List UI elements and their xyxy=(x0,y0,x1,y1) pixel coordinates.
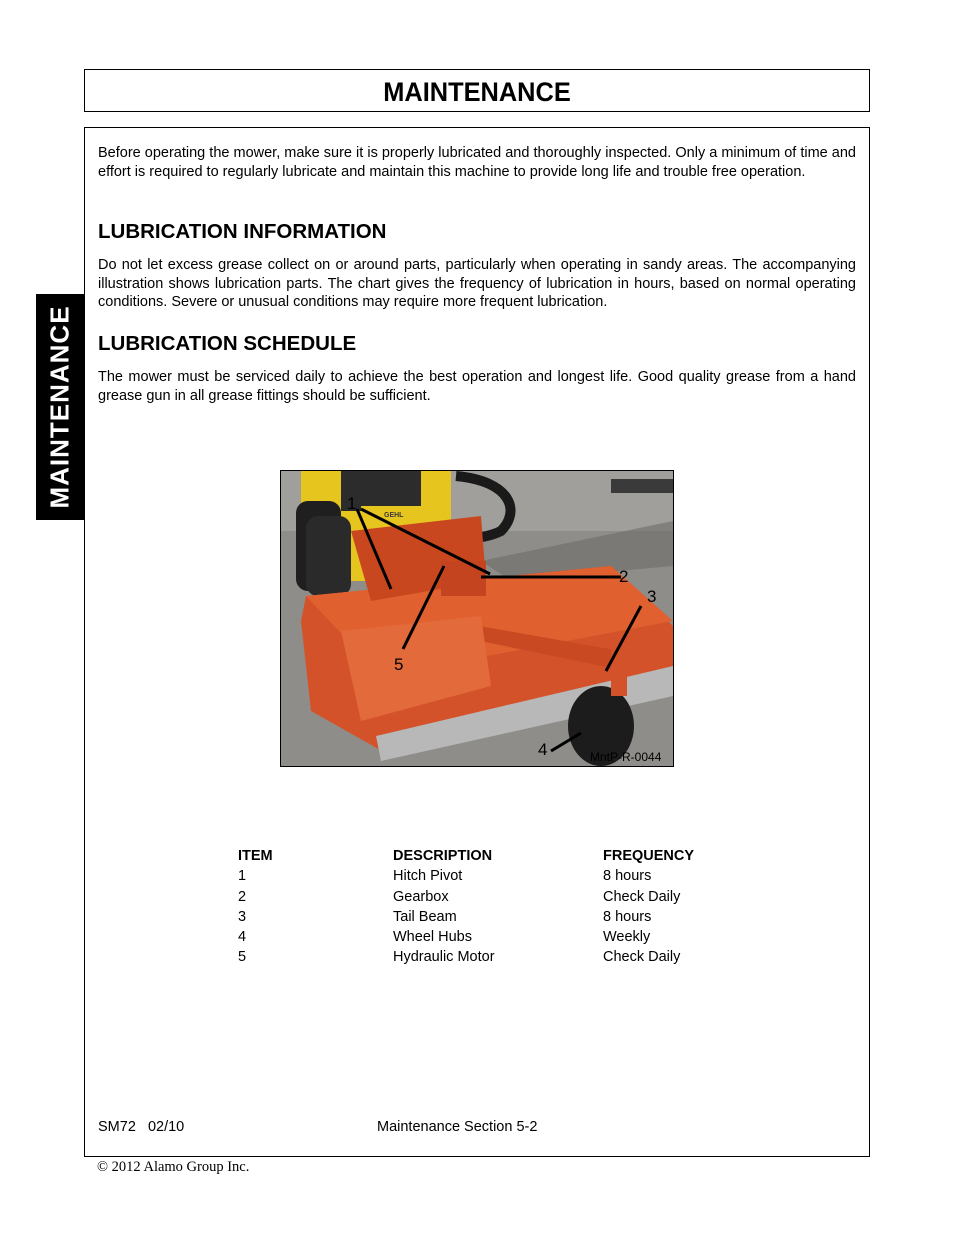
lubrication-information-paragraph: Do not let excess grease collect on or a… xyxy=(98,257,856,310)
cell-frequency: 8 hours xyxy=(603,908,652,925)
cell-description: Hydraulic Motor xyxy=(393,949,495,966)
footer-doc-id: SM72 02/10 xyxy=(98,1119,185,1135)
cell-item: 3 xyxy=(238,908,247,925)
header-description: DESCRIPTION xyxy=(393,848,493,864)
loader-tire-front xyxy=(306,516,351,596)
callout-1: 1 xyxy=(347,494,356,513)
header-frequency: FREQUENCY xyxy=(603,848,695,864)
page-title: MAINTENANCE xyxy=(383,77,571,107)
footer-section-label: Maintenance Section 5-2 xyxy=(377,1119,538,1135)
cell-description: Wheel Hubs xyxy=(393,929,472,946)
gearbox xyxy=(441,561,486,596)
cell-frequency: Check Daily xyxy=(603,888,681,905)
cell-description: Gearbox xyxy=(393,888,449,905)
figure-id-label: MntP-R-0044 xyxy=(590,750,662,764)
cell-item: 5 xyxy=(238,949,247,966)
cell-description: Tail Beam xyxy=(393,908,457,925)
page-header: MAINTENANCE xyxy=(84,69,870,112)
copyright-notice: © 2012 Alamo Group Inc. xyxy=(97,1159,250,1175)
lubrication-schedule-heading: LUBRICATION SCHEDULE xyxy=(98,332,357,355)
callout-4: 4 xyxy=(538,740,547,759)
lubrication-schedule-paragraph: The mower must be serviced daily to achi… xyxy=(98,369,856,404)
cell-description: Hitch Pivot xyxy=(393,868,463,885)
cell-item: 2 xyxy=(238,888,247,905)
intro-paragraph: Before operating the mower, make sure it… xyxy=(98,145,856,180)
lubrication-points-photo: GEHL 1 2 3 4 5 MntP-R-0044 xyxy=(280,470,674,767)
gehl-decal: GEHL xyxy=(384,512,404,519)
cell-item: 1 xyxy=(238,868,247,885)
callout-3: 3 xyxy=(647,587,656,606)
cell-frequency: Weekly xyxy=(603,929,651,946)
callout-2: 2 xyxy=(619,567,628,586)
header-item: ITEM xyxy=(238,848,273,864)
mower-illustration: GEHL 1 2 3 4 5 MntP-R-0044 xyxy=(281,471,673,766)
cell-frequency: Check Daily xyxy=(603,949,681,966)
section-side-tab: MAINTENANCE xyxy=(36,294,84,520)
cell-item: 4 xyxy=(238,929,247,946)
lubrication-information-heading: LUBRICATION INFORMATION xyxy=(98,220,387,243)
section-side-tab-label: MAINTENANCE xyxy=(44,305,75,509)
callout-5: 5 xyxy=(394,655,403,674)
cell-frequency: 8 hours xyxy=(603,868,652,885)
